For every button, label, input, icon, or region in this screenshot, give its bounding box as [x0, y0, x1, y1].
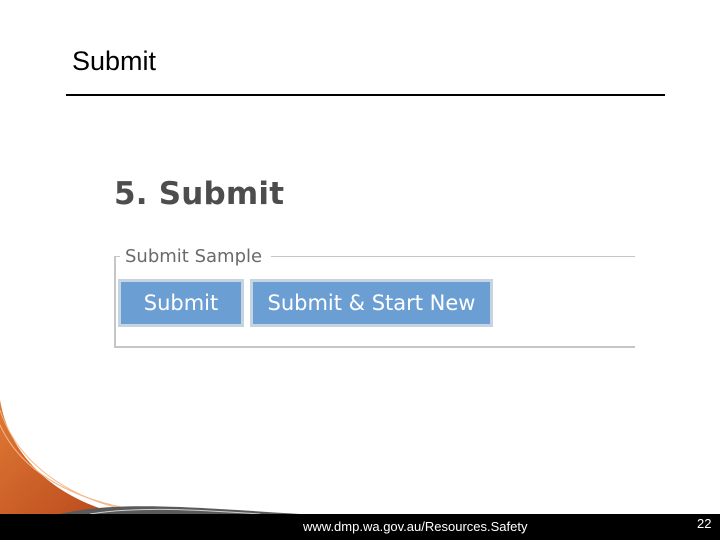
title-divider	[66, 94, 665, 96]
submit-button[interactable]: Submit	[118, 279, 244, 327]
fieldset-legend: Submit Sample	[123, 246, 265, 267]
page-number: 22	[697, 516, 712, 531]
slide-title: Submit	[72, 46, 157, 76]
section-heading: 5. Submit	[114, 176, 285, 212]
footer-url: www.dmp.wa.gov.au/Resources.Safety	[303, 519, 528, 534]
submit-and-start-new-button[interactable]: Submit & Start New	[250, 279, 493, 327]
fieldset-border-left	[114, 256, 116, 348]
fieldset-border-bottom	[114, 346, 635, 348]
fieldset-border-top-right	[271, 256, 635, 257]
